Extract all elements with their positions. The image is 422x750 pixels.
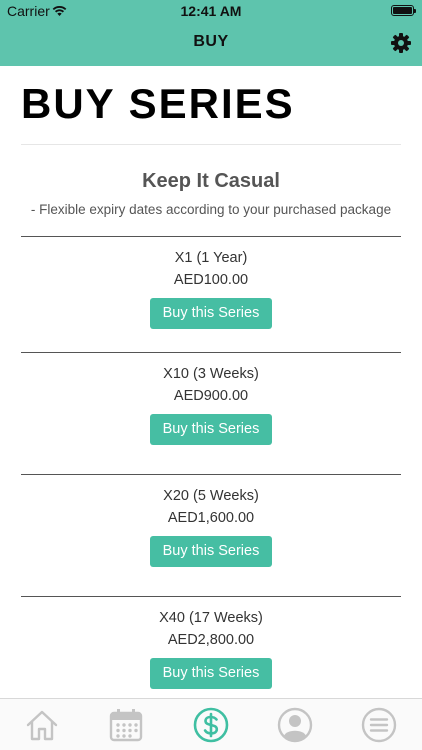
package-price: AED100.00: [173, 272, 249, 288]
battery-icon: [391, 5, 416, 16]
buy-series-button[interactable]: Buy this Series: [149, 536, 273, 567]
buy-series-button[interactable]: Buy this Series: [149, 298, 273, 329]
tab-calendar[interactable]: [107, 706, 145, 744]
home-icon: [26, 710, 58, 741]
package-price: AED1,600.00: [167, 510, 255, 526]
tab-home[interactable]: [23, 706, 61, 744]
nav-title: BUY: [193, 33, 229, 50]
package-item: X1 (1 Year) AED100.00 Buy this Series: [21, 236, 401, 359]
tab-buy[interactable]: [192, 706, 230, 744]
calendar-icon: [109, 709, 143, 742]
dollar-icon: [193, 707, 229, 743]
package-item: X10 (3 Weeks) AED900.00 Buy this Series: [21, 352, 401, 475]
buy-series-button[interactable]: Buy this Series: [149, 414, 273, 445]
package-item: X20 (5 Weeks) AED1,600.00 Buy this Serie…: [21, 474, 401, 597]
app-header: Carrier 12:41 AM BUY: [0, 0, 422, 66]
page-title: BUY SERIES: [21, 80, 295, 127]
package-price: AED900.00: [173, 388, 249, 404]
plan-name: Keep It Casual: [142, 170, 280, 192]
status-time: 12:41 AM: [180, 3, 242, 19]
package-name: X1 (1 Year): [174, 250, 248, 266]
buy-series-button[interactable]: Buy this Series: [149, 658, 273, 689]
divider: [21, 144, 401, 145]
package-name: X40 (17 Weeks): [159, 610, 263, 626]
menu-icon: [361, 707, 397, 743]
tab-bar: [0, 698, 422, 750]
main-content: BUY SERIES Keep It Casual - Flexible exp…: [0, 66, 422, 698]
plan-description: - Flexible expiry dates according to you…: [30, 202, 392, 217]
gear-icon[interactable]: [390, 32, 412, 54]
tab-profile[interactable]: [276, 706, 314, 744]
package-name: X20 (5 Weeks): [163, 488, 259, 504]
package-item: X40 (17 Weeks) AED2,800.00 Buy this Seri…: [21, 596, 401, 698]
package-price: AED2,800.00: [167, 632, 255, 648]
tab-menu[interactable]: [360, 706, 398, 744]
package-name: X10 (3 Weeks): [163, 366, 259, 382]
status-bar: Carrier 12:41 AM: [0, 0, 422, 22]
profile-icon: [277, 707, 313, 743]
